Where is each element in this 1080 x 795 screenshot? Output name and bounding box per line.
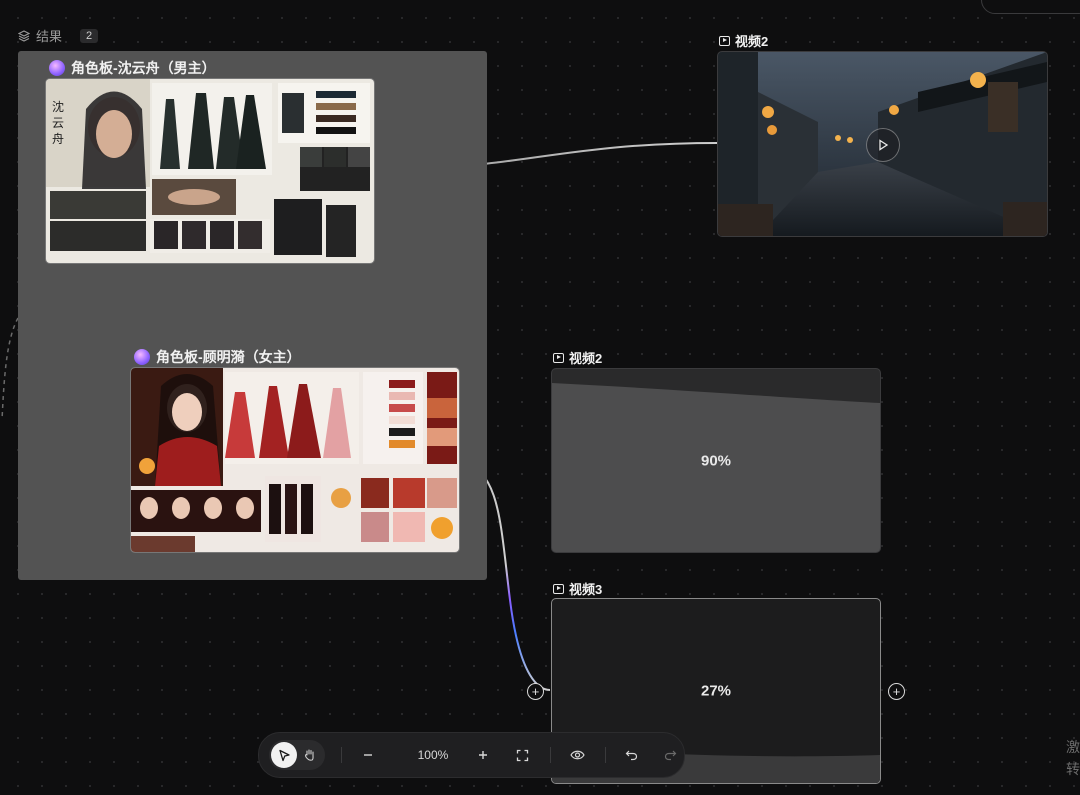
avatar-icon [49, 60, 65, 76]
video-icon [553, 583, 564, 594]
video-generating-card[interactable]: 90% [551, 368, 881, 553]
sheet-calligraphy: 沈 [52, 99, 64, 114]
video-title-label: 视频2 [735, 34, 769, 49]
add-input-port-button[interactable]: + [527, 683, 544, 700]
character-node-title[interactable]: 角色板-沈云舟（男主） [49, 58, 216, 78]
zoom-level[interactable]: 100% [404, 740, 462, 770]
select-tool-button[interactable] [271, 742, 297, 768]
character-sheet-art [131, 368, 457, 552]
top-right-panel-edge[interactable] [981, 0, 1080, 14]
progress-percent: 27% [700, 682, 732, 700]
play-icon [879, 139, 889, 151]
svg-text:云: 云 [52, 116, 64, 130]
eye-icon [570, 750, 585, 760]
progress-wave [552, 369, 880, 403]
avatar-icon [134, 349, 150, 365]
redo-button[interactable] [657, 740, 684, 770]
video-icon [719, 35, 730, 46]
video-title-label: 视频3 [569, 582, 603, 597]
toolbar-divider [604, 747, 606, 763]
character-title-label: 角色板-沈云舟（男主） [71, 60, 216, 76]
character-sheet-image[interactable]: 沈 云 舟 [46, 79, 374, 263]
group-count-badge: 2 [80, 28, 99, 43]
fit-view-button[interactable] [509, 740, 536, 770]
pointer-icon [278, 749, 290, 761]
edge-text: 激 [1066, 739, 1080, 755]
video-icon [553, 352, 564, 363]
edge-text: 转 [1066, 761, 1080, 777]
video-node-title[interactable]: 视频3 [553, 579, 602, 598]
add-output-port-button[interactable]: + [888, 683, 905, 700]
undo-button[interactable] [618, 740, 645, 770]
zoom-in-button[interactable] [470, 740, 497, 770]
character-sheet-image[interactable] [131, 368, 459, 552]
plus-icon [479, 751, 488, 759]
play-button[interactable] [866, 128, 900, 162]
canvas-toolbar: 100% [258, 732, 685, 778]
hand-icon [305, 749, 314, 761]
character-node-title[interactable]: 角色板-顾明漪（女主） [134, 347, 301, 367]
minus-icon [364, 754, 373, 756]
character-sheet-art: 沈 云 舟 [46, 79, 370, 257]
video-node-title[interactable]: 视频2 [719, 31, 768, 50]
group-header[interactable]: 结果 2 [18, 26, 99, 45]
character-title-label: 角色板-顾明漪（女主） [156, 349, 301, 365]
wire-left-stub [1, 317, 19, 421]
video-title-label: 视频2 [569, 351, 603, 366]
progress-percent: 90% [700, 452, 732, 469]
toolbar-divider [341, 747, 342, 763]
preview-toggle-button[interactable] [564, 740, 591, 770]
layers-icon [18, 29, 30, 42]
hand-tool-button[interactable] [297, 742, 323, 768]
undo-icon [625, 750, 638, 761]
video-node-title[interactable]: 视频2 [553, 348, 602, 367]
redo-icon [664, 750, 677, 761]
tool-mode-switch [269, 740, 325, 770]
video-thumbnail[interactable] [717, 51, 1048, 237]
group-label: 结果 [36, 29, 63, 44]
toolbar-divider [549, 747, 551, 763]
fit-screen-icon [516, 749, 529, 761]
svg-text:舟: 舟 [52, 132, 64, 146]
zoom-out-button[interactable] [355, 740, 382, 770]
